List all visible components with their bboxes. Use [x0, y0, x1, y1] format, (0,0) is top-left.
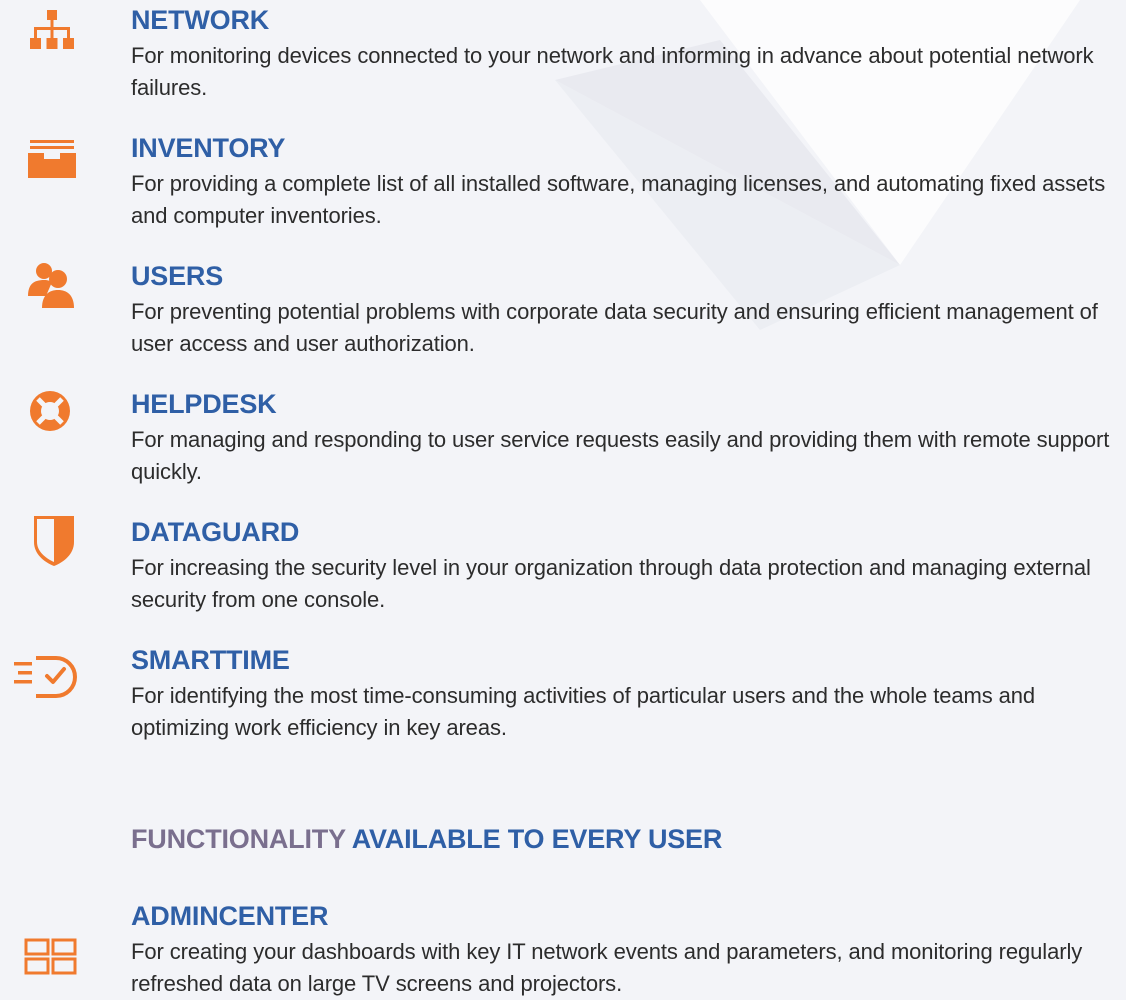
helpdesk-lifebuoy-icon — [22, 388, 82, 438]
module-title: HELPDESK — [131, 389, 277, 419]
module-description: For monitoring devices connected to your… — [131, 43, 1094, 100]
module-description: For identifying the most time-consuming … — [131, 683, 1036, 740]
module-description: For preventing potential problems with c… — [131, 299, 1098, 356]
module-title: SMARTTIME — [131, 645, 290, 675]
module-title: DATAGUARD — [131, 517, 300, 547]
module-description: For creating your dashboards with key IT… — [131, 939, 1083, 996]
section-heading: FUNCTIONALITY AVAILABLE TO EVERY USER — [131, 822, 722, 856]
section-heading-part1: FUNCTIONALITY — [131, 824, 346, 854]
section-heading-part2: AVAILABLE TO EVERY USER — [351, 824, 723, 854]
module-title: USERS — [131, 261, 224, 291]
network-icon — [22, 8, 82, 58]
module-title: INVENTORY — [131, 133, 286, 163]
module-title: NETWORK — [131, 5, 270, 35]
inventory-icon — [22, 136, 82, 186]
module-description: For increasing the security level in you… — [131, 555, 1091, 612]
users-icon — [22, 260, 82, 310]
module-description: For providing a complete list of all ins… — [131, 171, 1106, 228]
module-description: For managing and responding to user serv… — [131, 427, 1110, 484]
dataguard-shield-icon — [22, 512, 82, 566]
module-title: ADMINCENTER — [131, 901, 329, 931]
smarttime-clock-icon — [12, 654, 77, 704]
admincenter-dashboard-icon — [22, 938, 82, 988]
